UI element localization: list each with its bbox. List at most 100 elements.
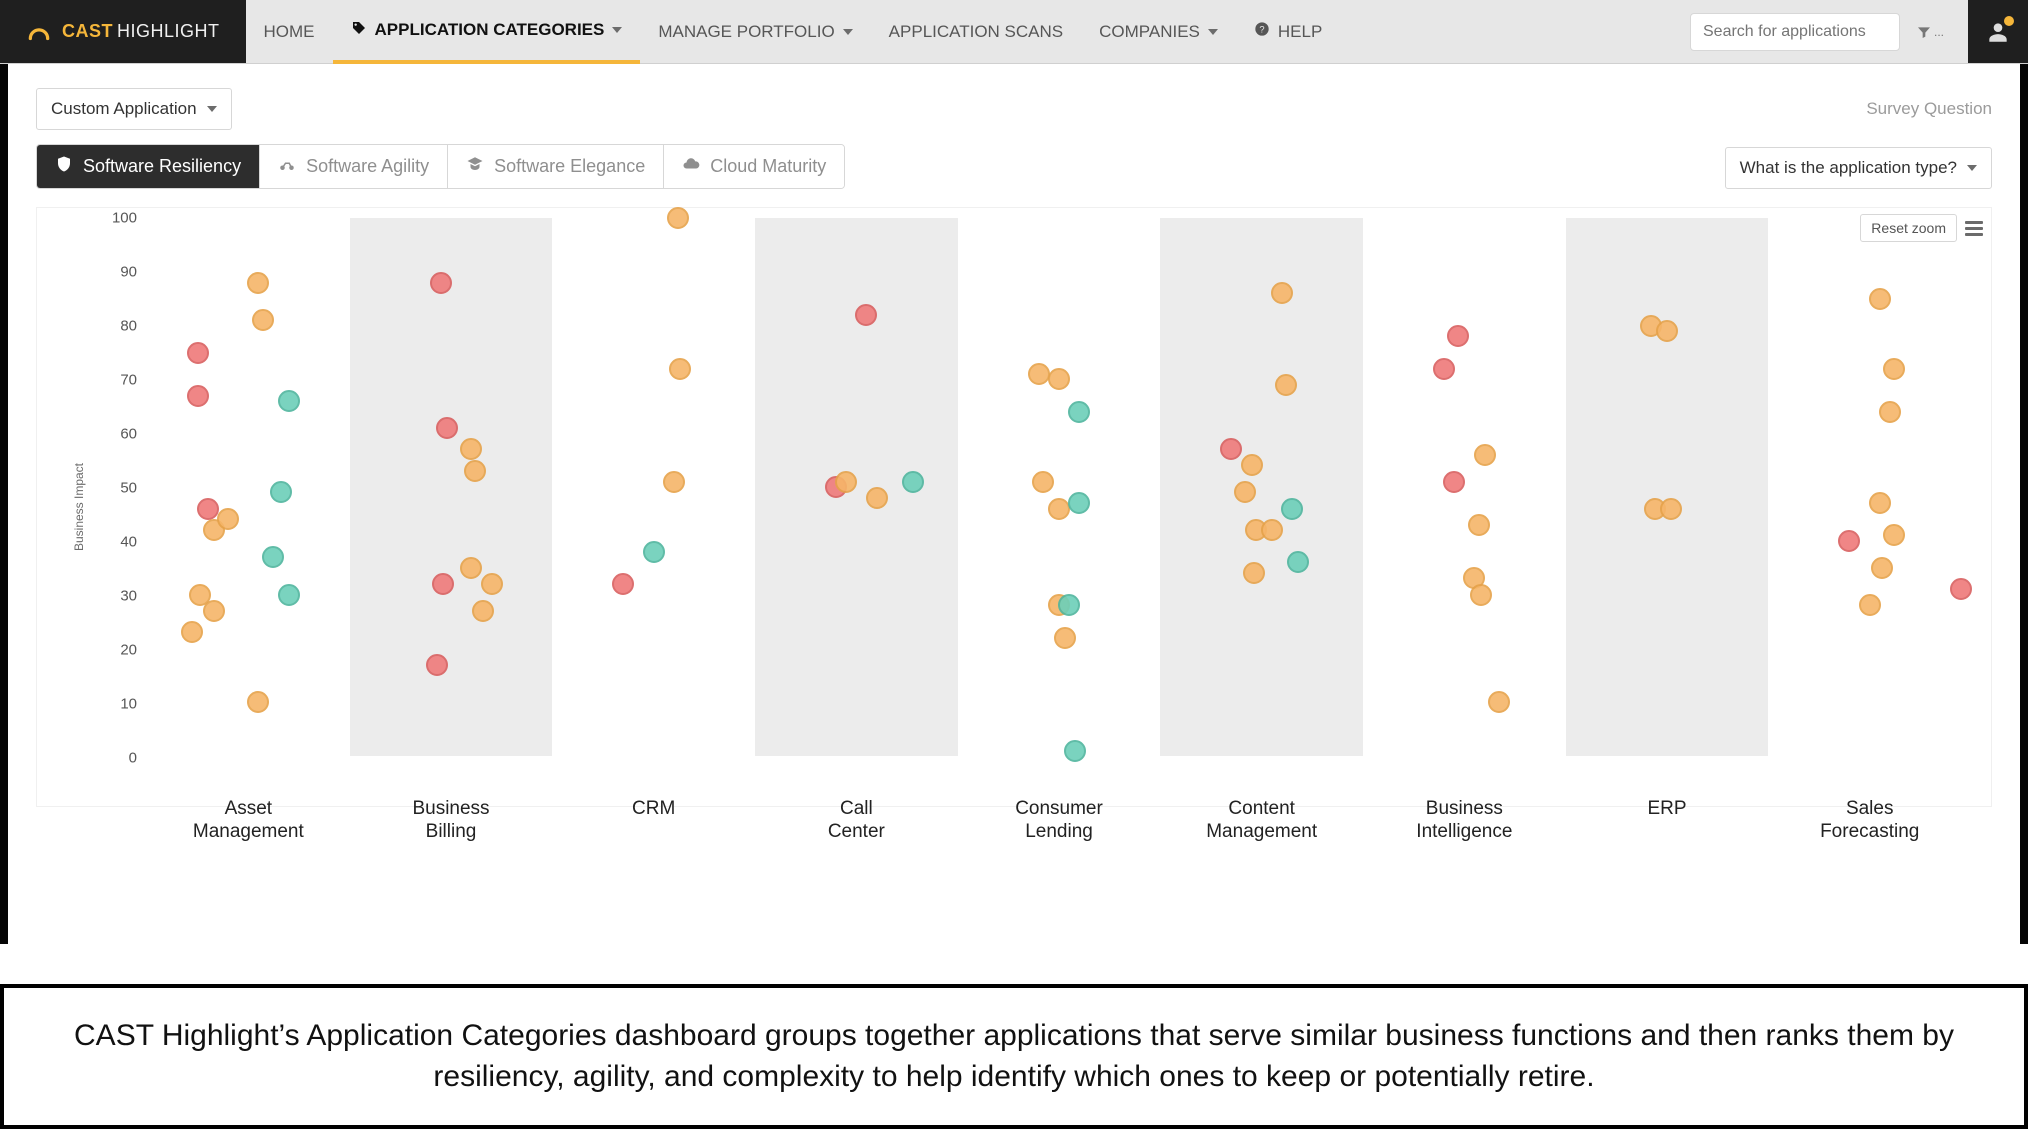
data-point[interactable] (426, 654, 448, 676)
data-point[interactable] (1032, 471, 1054, 493)
data-point[interactable] (203, 600, 225, 622)
data-point[interactable] (464, 460, 486, 482)
metric-tabs: Software Resiliency Software AgilitySoftw… (36, 144, 845, 189)
application-dropdown[interactable]: Custom Application (36, 88, 232, 130)
data-point[interactable] (1859, 594, 1881, 616)
data-point[interactable] (1950, 578, 1972, 600)
data-point[interactable] (430, 272, 452, 294)
tab-software-resiliency[interactable]: Software Resiliency (37, 145, 260, 188)
data-point[interactable] (1068, 401, 1090, 423)
x-tick-label: CRM (552, 798, 755, 858)
search-input[interactable] (1690, 13, 1900, 51)
data-point[interactable] (262, 546, 284, 568)
chevron-down-icon (843, 29, 853, 35)
data-point[interactable] (866, 487, 888, 509)
tab-software-agility[interactable]: Software Agility (260, 145, 448, 188)
data-point[interactable] (472, 600, 494, 622)
main-nav: HOME APPLICATION CATEGORIESMANAGE PORTFOL… (246, 0, 1341, 63)
nav-item-help[interactable]: ?HELP (1236, 0, 1340, 63)
data-point[interactable] (612, 573, 634, 595)
data-point[interactable] (1656, 320, 1678, 342)
data-point[interactable] (270, 481, 292, 503)
question-dropdown[interactable]: What is the application type? (1725, 147, 1992, 189)
data-point[interactable] (1468, 514, 1490, 536)
data-point[interactable] (1879, 401, 1901, 423)
data-point[interactable] (1883, 524, 1905, 546)
category-band (1160, 218, 1363, 756)
data-point[interactable] (1660, 498, 1682, 520)
data-point[interactable] (1433, 358, 1455, 380)
help-icon: ? (1254, 21, 1270, 42)
data-point[interactable] (436, 417, 458, 439)
data-point[interactable] (1048, 498, 1070, 520)
filter-icon[interactable]: ... (1910, 24, 1950, 40)
data-point[interactable] (1234, 481, 1256, 503)
data-point[interactable] (667, 207, 689, 229)
data-point[interactable] (252, 309, 274, 331)
tab-software-elegance[interactable]: Software Elegance (448, 145, 664, 188)
data-point[interactable] (855, 304, 877, 326)
data-point[interactable] (669, 358, 691, 380)
data-point[interactable] (1064, 740, 1086, 762)
data-point[interactable] (1838, 530, 1860, 552)
data-point[interactable] (1281, 498, 1303, 520)
data-point[interactable] (1261, 519, 1283, 541)
data-point[interactable] (460, 438, 482, 460)
data-point[interactable] (481, 573, 503, 595)
shield-icon (55, 155, 73, 178)
data-point[interactable] (217, 508, 239, 530)
data-point[interactable] (197, 498, 219, 520)
data-point[interactable] (1058, 594, 1080, 616)
data-point[interactable] (1447, 325, 1469, 347)
data-point[interactable] (1271, 282, 1293, 304)
brand-box[interactable]: CAST HIGHLIGHT (0, 0, 246, 63)
data-point[interactable] (1287, 551, 1309, 573)
data-point[interactable] (1048, 368, 1070, 390)
data-point[interactable] (1474, 444, 1496, 466)
caption-panel: CAST Highlight’s Application Categories … (0, 984, 2028, 1129)
data-point[interactable] (643, 541, 665, 563)
survey-question-label: Survey Question (1866, 99, 1992, 119)
data-point[interactable] (902, 471, 924, 493)
nav-item-application-scans[interactable]: APPLICATION SCANS (871, 0, 1081, 63)
nav-item-home[interactable]: HOME (246, 0, 333, 63)
data-point[interactable] (1488, 691, 1510, 713)
tab-cloud-maturity[interactable]: Cloud Maturity (664, 145, 844, 188)
data-point[interactable] (1869, 288, 1891, 310)
data-point[interactable] (1028, 363, 1050, 385)
nav-item-label: HOME (264, 22, 315, 42)
data-point[interactable] (1054, 627, 1076, 649)
user-menu[interactable] (1968, 0, 2028, 63)
data-point[interactable] (187, 342, 209, 364)
data-point[interactable] (278, 390, 300, 412)
nav-item-manage-portfolio[interactable]: MANAGE PORTFOLIO (640, 0, 870, 63)
tag-icon (351, 20, 367, 41)
data-point[interactable] (1470, 584, 1492, 606)
data-point[interactable] (1869, 492, 1891, 514)
data-point[interactable] (181, 621, 203, 643)
data-point[interactable] (187, 385, 209, 407)
notification-dot-icon (2004, 16, 2014, 26)
data-point[interactable] (1241, 454, 1263, 476)
data-point[interactable] (1068, 492, 1090, 514)
data-point[interactable] (1275, 374, 1297, 396)
x-tick-label: Sales Forecasting (1768, 798, 1971, 858)
reset-zoom-button[interactable]: Reset zoom (1860, 214, 1957, 242)
data-point[interactable] (460, 557, 482, 579)
data-point[interactable] (1220, 438, 1242, 460)
data-point[interactable] (432, 573, 454, 595)
nav-item-companies[interactable]: COMPANIES (1081, 0, 1236, 63)
data-point[interactable] (1243, 562, 1265, 584)
data-point[interactable] (1883, 358, 1905, 380)
data-point[interactable] (835, 471, 857, 493)
data-point[interactable] (663, 471, 685, 493)
nav-item-application-categories[interactable]: APPLICATION CATEGORIES (333, 1, 641, 64)
tab-label: Software Resiliency (83, 156, 241, 177)
data-point[interactable] (1443, 471, 1465, 493)
data-point[interactable] (278, 584, 300, 606)
data-point[interactable] (1871, 557, 1893, 579)
chart-menu-icon[interactable] (1965, 221, 1983, 236)
data-point[interactable] (247, 691, 269, 713)
data-point[interactable] (247, 272, 269, 294)
y-tick: 10 (37, 696, 147, 713)
